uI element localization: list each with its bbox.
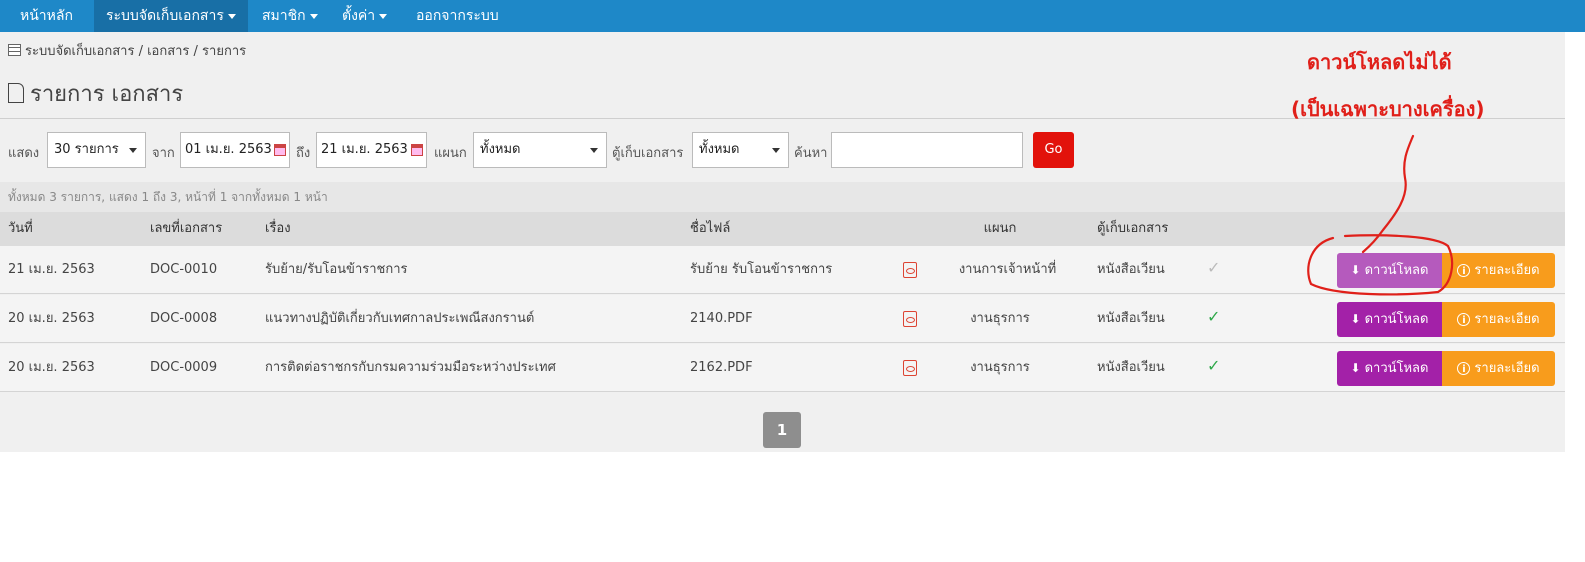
annotation-scribble — [1307, 134, 1454, 296]
